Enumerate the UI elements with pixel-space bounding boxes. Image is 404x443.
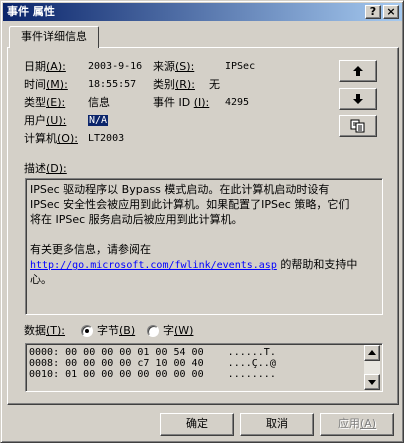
description-line	[30, 227, 378, 242]
description-line: IPSec 驱动程序以 Bypass 模式启动。在此计算机启动时设有	[30, 183, 330, 196]
tab-label: 事件详细信息	[21, 30, 87, 43]
tab-event-details[interactable]: 事件详细信息	[9, 26, 99, 48]
data-box[interactable]: 0000: 00 00 00 00 01 00 54 00 ......T. 0…	[25, 343, 383, 392]
eventid-label: 事件 ID (I):	[153, 96, 210, 109]
scroll-up-icon	[368, 350, 376, 355]
copy-button[interactable]	[339, 115, 377, 137]
arrow-up-icon	[353, 66, 363, 76]
description-after-link: 的帮助和支持中	[276, 258, 358, 271]
description-line: 将在 IPSec 服务启动后被应用到此计算机。	[30, 213, 243, 226]
category-label: 类别(R):	[153, 78, 195, 91]
help-link[interactable]: http://go.microsoft.com/fwlink/events.as…	[30, 260, 277, 271]
help-button[interactable]: ?	[365, 5, 381, 19]
help-icon: ?	[369, 5, 377, 18]
cancel-button[interactable]: 取消	[240, 413, 314, 436]
previous-event-button[interactable]	[339, 60, 377, 82]
data-row: 0008: 00 00 00 00 c7 10 00 40 ....Ç..@	[29, 358, 276, 369]
ok-button[interactable]: 确定	[160, 413, 234, 436]
time-value: 18:55:57	[88, 79, 137, 90]
bytes-radio[interactable]	[81, 325, 93, 337]
apply-button[interactable]: 应用(A)	[320, 413, 394, 436]
data-row: 0000: 00 00 00 00 01 00 54 00 ......T.	[29, 347, 276, 358]
type-label: 类型(E):	[24, 96, 66, 109]
close-button[interactable]: ×	[383, 5, 399, 19]
copy-icon	[350, 119, 365, 133]
data-scrollbar[interactable]	[364, 345, 380, 390]
computer-value: LT2003	[88, 133, 125, 144]
radio-selected-dot	[85, 329, 89, 333]
eventid-value: 4295	[225, 97, 250, 108]
description-line: 有关更多信息，请参阅在	[30, 243, 151, 256]
description-link-line: http://go.microsoft.com/fwlink/events.as…	[30, 257, 378, 272]
close-icon: ×	[386, 5, 396, 18]
computer-label: 计算机(O):	[24, 132, 78, 145]
title-bar[interactable]: 事件 属性 ? ×	[3, 3, 402, 21]
category-value: 无	[209, 78, 220, 91]
bytes-radio-label[interactable]: 字节(B)	[97, 324, 135, 338]
arrow-down-icon	[353, 94, 363, 104]
scroll-down-icon	[368, 380, 376, 385]
words-radio-label[interactable]: 字(W)	[163, 324, 193, 338]
type-value: 信息	[88, 96, 110, 109]
data-row: 0010: 01 00 00 00 00 00 00 00 ........	[29, 369, 276, 380]
description-label: 描述(D):	[24, 162, 67, 175]
event-properties-window: 事件 属性 ? × 事件详细信息 日期(A): 2003-9-16 来源(S):…	[0, 0, 404, 443]
data-label: 数据(T):	[24, 324, 66, 337]
description-line: 心。	[30, 273, 52, 286]
user-value[interactable]: N/A	[88, 114, 109, 128]
next-event-button[interactable]	[339, 88, 377, 110]
date-value: 2003-9-16	[88, 61, 143, 72]
words-radio[interactable]	[147, 325, 159, 337]
description-box[interactable]: IPSec 驱动程序以 Bypass 模式启动。在此计算机启动时设有 IPSec…	[25, 178, 383, 315]
scroll-down-button[interactable]	[364, 374, 380, 390]
source-value: IPSec	[225, 61, 256, 72]
user-label: 用户(U):	[24, 114, 67, 127]
time-label: 时间(M):	[24, 78, 68, 91]
source-label: 来源(S):	[153, 60, 195, 73]
date-label: 日期(A):	[24, 60, 66, 73]
window-title: 事件 属性	[7, 5, 55, 18]
scroll-up-button[interactable]	[364, 345, 380, 361]
description-line: IPSec 安全性会被应用到此计算机。如果配置了IPSec 策略，它们	[30, 198, 350, 211]
